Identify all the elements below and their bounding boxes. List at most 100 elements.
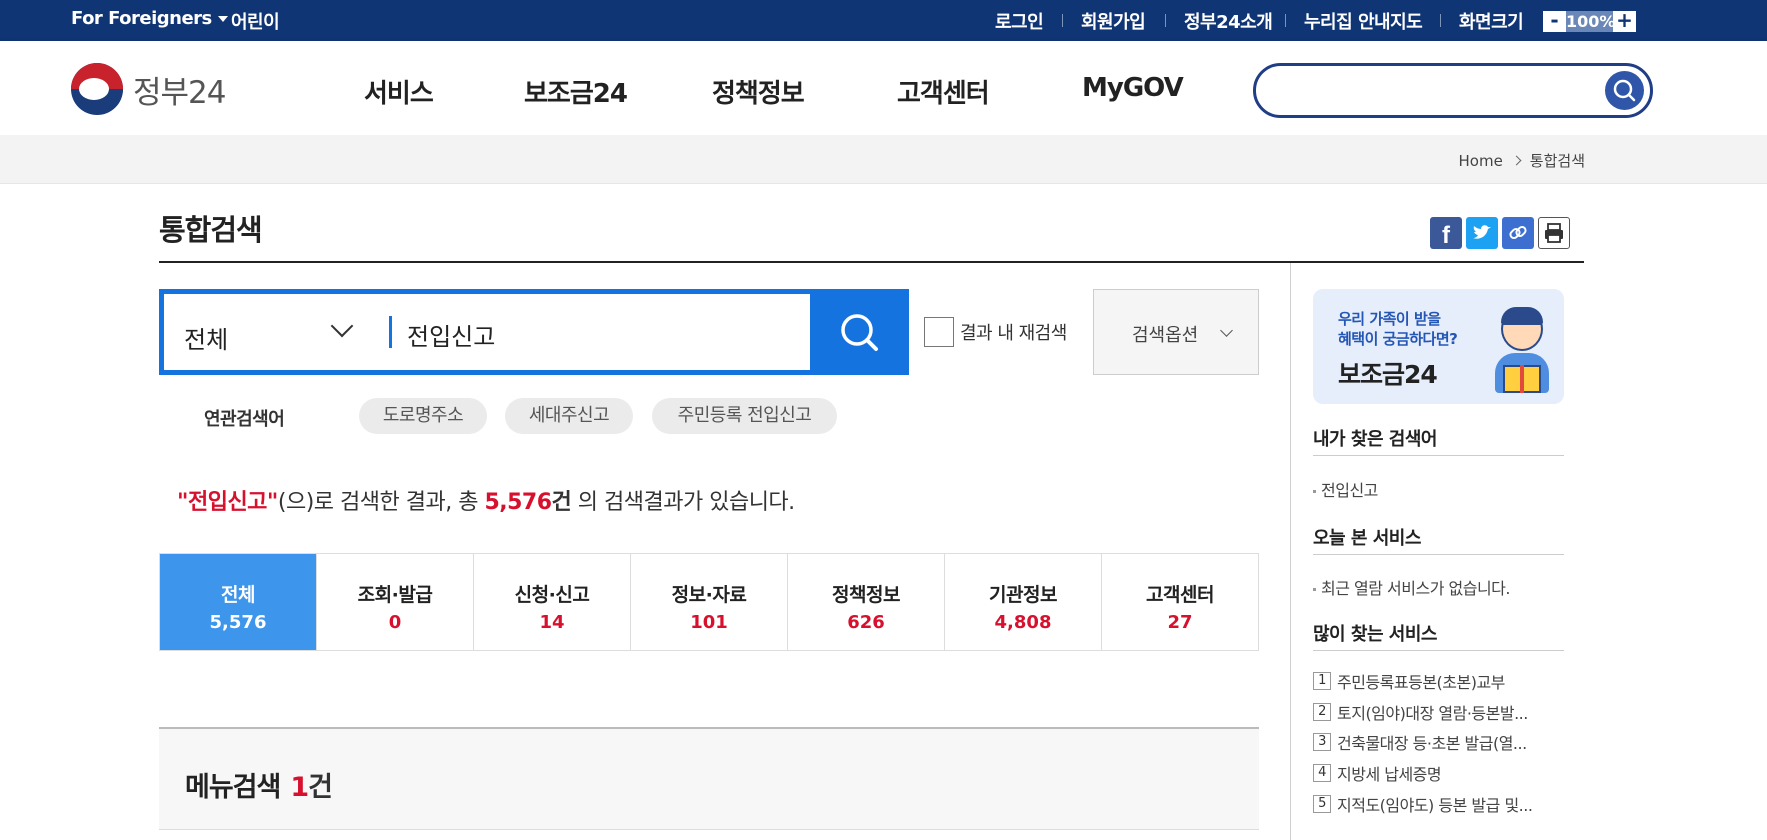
my-search-item[interactable]: 전입신고 [1313,477,1378,501]
nav-customer-center[interactable]: 고객센터 [897,73,990,110]
popular-service-item[interactable]: 4 지방세 납세증명 [1313,761,1442,785]
tab-label: 정보·자료 [671,584,747,606]
tab-label: 고객센터 [1146,584,1214,606]
search-options-button[interactable]: 검색옵션 [1093,289,1259,375]
divider [1440,14,1441,27]
zoom-control: - 100% + [1543,10,1636,32]
facebook-share-button[interactable]: f [1430,217,1462,249]
result-keyword: "전입신고" [177,490,278,515]
result-unit: 건 [551,490,572,515]
tab-application-report[interactable]: 신청·신고 14 [473,554,630,650]
tab-count: 101 [690,612,728,633]
search-cursor-divider [389,316,392,348]
divider [1313,650,1564,651]
tab-inquiry-issue[interactable]: 조회·발급 0 [316,554,473,650]
menu-search-title: 메뉴검색 [185,772,281,803]
search-icon [1613,79,1636,102]
category-tabs: 전체 5,576 조회·발급 0 신청·신고 14 정보·자료 101 정책정보… [159,553,1259,651]
print-button[interactable] [1538,217,1570,249]
header-search-button[interactable] [1605,71,1644,110]
for-foreigners-dropdown[interactable]: For Foreigners [71,8,228,29]
header-search-input[interactable] [1274,77,1574,105]
related-keyword-chip[interactable]: 세대주신고 [505,398,633,434]
popular-service-label: 지방세 납세증명 [1337,765,1442,784]
tab-count: 0 [388,612,402,633]
subsidy24-banner[interactable]: 우리 가족이 받을 혜택이 궁금하다면? 보조금24 [1313,289,1564,404]
main-search-box: 전체 전입신고 [159,289,909,375]
kids-link[interactable]: 어린이 [231,8,280,34]
tab-count: 27 [1167,612,1193,633]
result-total: 5,576 [484,490,552,515]
tab-count: 626 [847,612,885,633]
banner-line-2: 혜택이 궁금하다면? [1338,330,1458,348]
breadcrumb-current: 통합검색 [1529,152,1585,170]
person-with-gift-illustration [1491,307,1553,399]
tab-info-data[interactable]: 정보·자료 101 [630,554,787,650]
search-within-checkbox[interactable] [924,317,954,347]
tab-count: 14 [539,612,565,633]
signup-link[interactable]: 회원가입 [1081,8,1146,34]
popular-service-item[interactable]: 3 건축물대장 등·초본 발급(열... [1313,730,1527,754]
tab-label: 신청·신고 [514,584,590,606]
search-icon [841,314,878,351]
search-scope-select[interactable]: 전체 [184,320,228,355]
search-options-label: 검색옵션 [1132,325,1199,346]
chevron-down-icon[interactable] [330,314,354,338]
nav-services[interactable]: 서비스 [364,73,434,110]
for-foreigners-label: For Foreigners [71,8,212,29]
divider [1313,455,1564,456]
banner-line-1: 우리 가족이 받을 [1338,310,1441,328]
zoom-in-button[interactable]: + [1613,10,1636,32]
about-link[interactable]: 정부24소개 [1184,8,1273,34]
popular-service-label: 건축물대장 등·초본 발급(열... [1337,734,1527,753]
breadcrumb: Home 통합검색 [1459,150,1586,171]
my-search-label: 전입신고 [1321,481,1378,500]
popular-service-label: 토지(임야)대장 열람·등본발... [1337,704,1528,723]
related-keyword-chip[interactable]: 주민등록 전입신고 [652,398,837,434]
facebook-icon: f [1442,222,1451,249]
popular-service-item[interactable]: 1 주민등록표등본(초본)교부 [1313,669,1505,693]
main-search-button[interactable] [810,289,909,375]
search-within-results[interactable]: 결과 내 재검색 [924,317,1067,347]
my-searches-title: 내가 찾은 검색어 [1313,429,1437,450]
related-keyword-chip[interactable]: 도로명주소 [359,398,487,434]
tab-all[interactable]: 전체 5,576 [160,554,316,650]
link-icon [1509,225,1527,240]
twitter-share-button[interactable] [1466,217,1498,249]
printer-icon [1545,223,1563,243]
menu-search-heading: 메뉴검색 1건 [185,765,333,804]
copy-link-button[interactable] [1502,217,1534,249]
nav-mygov[interactable]: MyGOV [1082,73,1184,103]
chevron-down-icon [1220,324,1233,337]
tab-label: 전체 [221,584,255,606]
screen-size-label: 화면크기 [1459,12,1524,33]
banner-title: 보조금24 [1338,360,1438,389]
zoom-out-button[interactable]: - [1543,10,1566,32]
logo-text: 정부24 [133,74,226,111]
popular-service-item[interactable]: 5 지적도(임야도) 등본 발급 및... [1313,792,1533,816]
tab-count: 4,808 [994,612,1052,633]
tab-label: 조회·발급 [357,584,433,606]
tab-customer-center[interactable]: 고객센터 27 [1101,554,1258,650]
popular-service-item[interactable]: 2 토지(임야)대장 열람·등본발... [1313,700,1528,724]
caret-down-icon [217,16,228,22]
main-search-input[interactable]: 전입신고 [407,317,495,352]
breadcrumb-home[interactable]: Home [1459,152,1503,170]
tab-agency-info[interactable]: 기관정보 4,808 [944,554,1101,650]
tab-policy-info[interactable]: 정책정보 626 [787,554,944,650]
divider [1062,14,1063,27]
chevron-right-icon [1511,155,1522,166]
page-title: 통합검색 [159,213,263,247]
related-keywords-label: 연관검색어 [204,409,285,430]
popular-services-title: 많이 찾는 서비스 [1313,624,1437,645]
column-divider [1290,263,1291,840]
tab-count: 5,576 [209,612,267,633]
nav-policy-info[interactable]: 정책정보 [712,73,805,110]
sitemap-link[interactable]: 누리집 안내지도 [1304,8,1423,34]
result-text: (으)로 검색한 결과, 총 [277,490,485,515]
nav-subsidy24[interactable]: 보조금24 [524,73,628,110]
site-logo[interactable]: 정부24 [71,63,226,115]
login-link[interactable]: 로그인 [995,8,1044,34]
header-search-box [1253,63,1653,118]
today-viewed-empty-label: 최근 열람 서비스가 없습니다. [1321,579,1510,598]
